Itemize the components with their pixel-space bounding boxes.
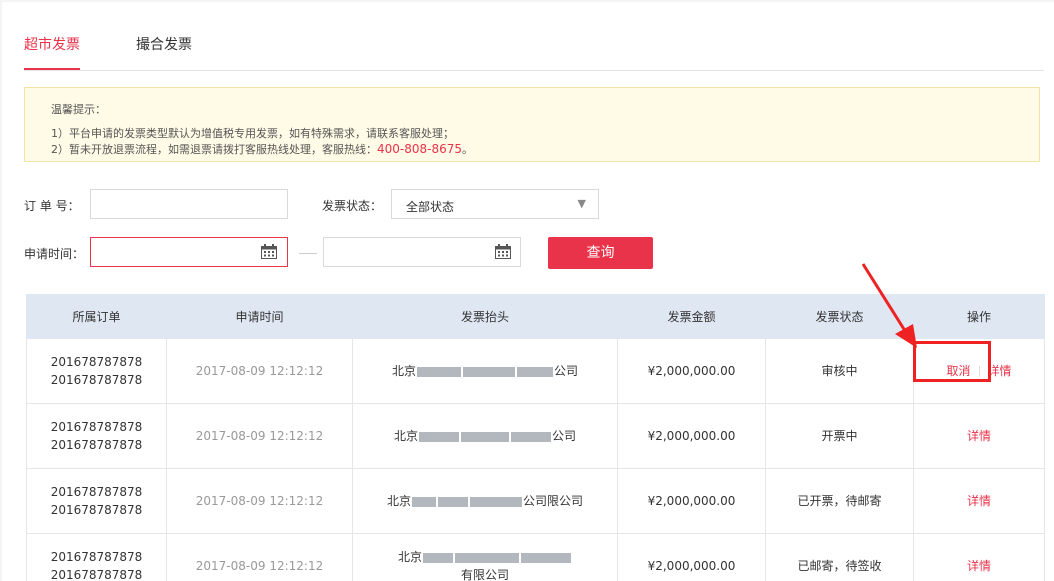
cancel-link[interactable]: 取消 xyxy=(946,364,970,378)
start-date-input[interactable] xyxy=(90,237,288,267)
invoice-title-cell: 北京 公司 xyxy=(352,338,618,404)
invoice-title-prefix: 北京 xyxy=(391,364,416,378)
table-row: 201678787878 201678787878 2017-08-09 12:… xyxy=(26,403,1045,469)
redacted-text xyxy=(438,496,468,507)
column-header-order: 所属订单 xyxy=(26,294,167,339)
invoice-title-suffix: 公司 xyxy=(552,429,577,443)
amount-cell: ¥2,000,000.00 xyxy=(617,533,766,581)
detail-link[interactable]: 详情 xyxy=(967,494,991,508)
order-number: 201678787878 xyxy=(50,550,143,564)
column-header-amount: 发票金额 xyxy=(617,294,766,339)
table-header-row: 所属订单 申请时间 发票抬头 发票金额 发票状态 操作 xyxy=(26,294,1045,339)
actions-cell: 详情 xyxy=(913,403,1045,469)
hotline-number: 400-808-8675 xyxy=(377,142,463,156)
invoice-title-suffix: 有限公司 xyxy=(460,568,509,581)
invoice-title-prefix: 北京 xyxy=(393,429,418,443)
notice-box: 温馨提示： 1）平台申请的发票类型默认为增值税专用发票，如有特殊需求，请联系客服… xyxy=(24,87,1040,162)
actions-cell: 取消 详情 xyxy=(913,338,1045,404)
invoice-title-suffix: 公司 xyxy=(554,364,579,378)
order-number: 201678787878 xyxy=(50,503,143,517)
apply-time-cell: 2017-08-09 12:12:12 xyxy=(166,338,353,404)
action-divider xyxy=(978,366,980,377)
table-row: 201678787878 201678787878 2017-08-09 12:… xyxy=(26,468,1045,534)
status-cell: 开票中 xyxy=(765,403,914,469)
redacted-text xyxy=(463,366,515,377)
invoice-title-cell: 北京 公司 xyxy=(352,403,618,469)
notice-line-1: 1）平台申请的发票类型默认为增值税专用发票，如有特殊需求，请联系客服处理； xyxy=(51,127,454,140)
redacted-text xyxy=(521,552,571,563)
notice-line-2-text: 2）暂未开放退票流程，如需退票请拨打客服热线处理，客服热线： xyxy=(51,143,377,156)
date-range-separator xyxy=(299,253,317,254)
column-header-status: 发票状态 xyxy=(765,294,914,339)
invoice-title-suffix: 公司限公司 xyxy=(523,494,584,508)
redacted-text xyxy=(455,552,519,563)
redacted-text xyxy=(470,496,522,507)
notice-line-2-end: 。 xyxy=(462,143,474,156)
tab-match-invoice[interactable]: 撮合发票 xyxy=(136,34,192,68)
invoice-status-value: 全部状态 xyxy=(406,200,455,214)
redacted-text xyxy=(461,431,509,442)
actions-cell: 详情 xyxy=(913,468,1045,534)
invoice-status-label: 发票状态： xyxy=(322,199,383,213)
calendar-icon[interactable] xyxy=(261,244,277,259)
detail-link[interactable]: 详情 xyxy=(967,559,991,573)
invoice-title-cell: 北京 有限公司 xyxy=(352,533,618,581)
order-number: 201678787878 xyxy=(50,438,143,452)
table-row: 201678787878 201678787878 2017-08-09 12:… xyxy=(26,338,1045,404)
status-cell: 已邮寄，待签收 xyxy=(765,533,914,581)
tab-supermarket-invoice[interactable]: 超市发票 xyxy=(24,34,80,70)
order-number: 201678787878 xyxy=(50,420,143,434)
redacted-text xyxy=(412,496,436,507)
amount-cell: ¥2,000,000.00 xyxy=(617,403,766,469)
column-header-actions: 操作 xyxy=(913,294,1045,339)
apply-time-label: 申请时间： xyxy=(24,247,85,261)
column-header-invoice-title: 发票抬头 xyxy=(352,294,618,339)
redacted-text xyxy=(419,431,459,442)
order-number: 201678787878 xyxy=(50,485,143,499)
order-cell: 201678787878 201678787878 xyxy=(26,338,167,404)
status-cell: 审核中 xyxy=(765,338,914,404)
redacted-text xyxy=(417,366,461,377)
notice-line-2: 2）暂未开放退票流程，如需退票请拨打客服热线处理，客服热线：400-808-86… xyxy=(51,141,473,157)
amount-cell: ¥2,000,000.00 xyxy=(617,338,766,404)
invoice-title-prefix: 北京 xyxy=(386,494,411,508)
invoice-panel: 超市发票 撮合发票 温馨提示： 1）平台申请的发票类型默认为增值税专用发票，如有… xyxy=(2,2,1054,581)
order-number: 201678787878 xyxy=(50,373,143,387)
notice-title: 温馨提示： xyxy=(51,103,106,116)
table-row: 201678787878 201678787878 2017-08-09 12:… xyxy=(26,533,1045,581)
end-date-input[interactable] xyxy=(323,237,521,267)
invoice-tabs: 超市发票 撮合发票 xyxy=(24,2,1044,71)
apply-time-cell: 2017-08-09 12:12:12 xyxy=(166,403,353,469)
redacted-text xyxy=(423,552,453,563)
order-number-input[interactable] xyxy=(90,189,288,219)
redacted-text xyxy=(517,366,553,377)
order-cell: 201678787878 201678787878 xyxy=(26,468,167,534)
invoice-table: 所属订单 申请时间 发票抬头 发票金额 发票状态 操作 201678787878… xyxy=(26,294,1045,581)
status-cell: 已开票，待邮寄 xyxy=(765,468,914,534)
order-cell: 201678787878 201678787878 xyxy=(26,533,167,581)
apply-time-cell: 2017-08-09 12:12:12 xyxy=(166,533,353,581)
order-cell: 201678787878 201678787878 xyxy=(26,403,167,469)
apply-time-cell: 2017-08-09 12:12:12 xyxy=(166,468,353,534)
order-number-label: 订 单 号： xyxy=(24,199,80,213)
column-header-apply-time: 申请时间 xyxy=(166,294,353,339)
detail-link[interactable]: 详情 xyxy=(967,429,991,443)
invoice-title-cell: 北京 公司限公司 xyxy=(352,468,618,534)
search-button[interactable]: 查询 xyxy=(548,237,653,269)
redacted-text xyxy=(511,431,551,442)
caret-down-icon: ▼ xyxy=(577,197,586,210)
order-number: 201678787878 xyxy=(50,355,143,369)
calendar-icon[interactable] xyxy=(495,244,511,259)
detail-link[interactable]: 详情 xyxy=(988,364,1012,378)
actions-cell: 详情 xyxy=(913,533,1045,581)
order-number: 201678787878 xyxy=(50,568,143,581)
amount-cell: ¥2,000,000.00 xyxy=(617,468,766,534)
invoice-status-select[interactable]: 全部状态 ▼ xyxy=(391,189,599,219)
invoice-title-prefix: 北京 xyxy=(397,550,422,564)
